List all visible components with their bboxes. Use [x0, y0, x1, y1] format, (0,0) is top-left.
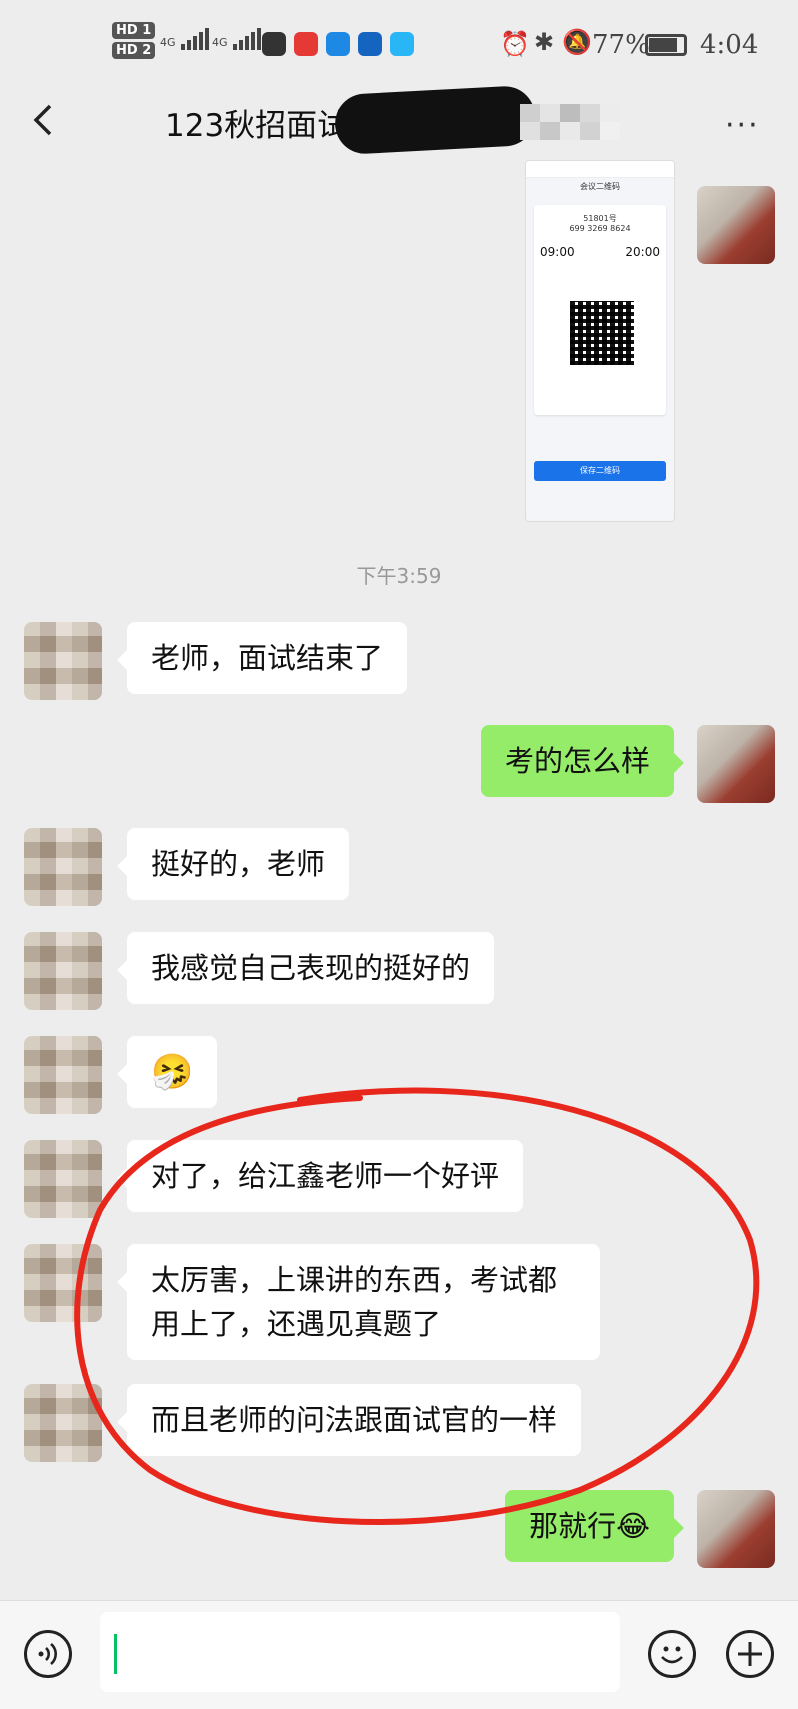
clock: 4:04 [700, 30, 759, 60]
contact-avatar[interactable] [24, 828, 102, 906]
text-caret [114, 1634, 117, 1674]
signal-1: 4G [160, 28, 211, 50]
emoji-button[interactable] [648, 1630, 696, 1678]
back-button[interactable] [28, 100, 58, 140]
voice-icon [38, 1643, 57, 1665]
qr-card: 51801号 699 3269 8624 09:00 20:00 [534, 205, 666, 415]
redacted-title-mark [333, 84, 537, 156]
status-bar: HD 1 HD 2 4G 4G ⏰ ✱ 🔕 77% 4:04 [0, 0, 798, 92]
weather-app-icon [326, 32, 350, 56]
image-message[interactable]: 会议二维码 51801号 699 3269 8624 09:00 20:00 保… [525, 160, 675, 522]
card-start-time: 09:00 [540, 245, 575, 259]
card-code: 699 3269 8624 [569, 224, 631, 233]
timestamp: 下午3:59 [356, 564, 442, 588]
video-app-icon [262, 32, 286, 56]
battery-icon [645, 34, 687, 56]
alarm-icon: ⏰ [500, 30, 530, 58]
card-save-button: 保存二维码 [534, 461, 666, 481]
more-functions-button[interactable] [726, 1630, 774, 1678]
my-avatar[interactable] [697, 725, 775, 803]
red-app-icon [294, 32, 318, 56]
smiley-icon [661, 1646, 683, 1664]
net-type-2: 4G [212, 36, 228, 49]
message-bubble[interactable]: 老师，面试结束了 [116, 622, 408, 694]
signal-2: 4G [212, 28, 263, 50]
chat-title: 123秋招面试 [165, 108, 349, 144]
mute-icon: 🔕 [562, 28, 592, 56]
message-bubble[interactable]: 挺好的，老师 [116, 828, 350, 900]
signal-bars-2-icon [232, 28, 263, 50]
voice-button[interactable] [24, 1630, 72, 1678]
card-number: 51801号 [583, 214, 617, 223]
card-end-time: 20:00 [625, 245, 660, 259]
my-avatar[interactable] [697, 186, 775, 264]
sim-badges: HD 1 HD 2 [112, 22, 156, 59]
bluetooth-icon: ✱ [534, 28, 555, 56]
redacted-pixels [520, 104, 620, 140]
red-annotation-circle [74, 1087, 760, 1525]
signal-bars-1-icon [180, 28, 211, 50]
contact-avatar[interactable] [24, 622, 102, 700]
contact-avatar[interactable] [24, 932, 102, 1010]
chevron-left-icon [33, 104, 52, 136]
message-bubble[interactable]: 我感觉自己表现的挺好的 [116, 932, 495, 1004]
net-type-1: 4G [160, 36, 176, 49]
my-message-bubble[interactable]: 考的怎么样 [480, 725, 685, 797]
plus-icon [738, 1642, 762, 1666]
bulb-app-icon [358, 32, 382, 56]
qr-code-icon [570, 301, 634, 365]
message-input[interactable] [100, 1612, 620, 1692]
more-options-button[interactable]: ··· [725, 108, 760, 143]
card-title: 会议二维码 [580, 182, 620, 191]
battery-percent: 77% [592, 30, 650, 60]
hd2-badge: HD 2 [112, 42, 156, 59]
search-app-icon [390, 32, 414, 56]
hd1-badge: HD 1 [112, 22, 156, 39]
